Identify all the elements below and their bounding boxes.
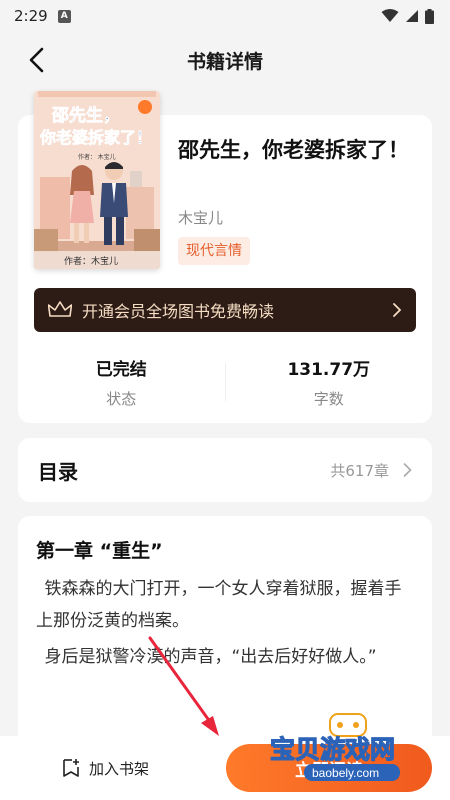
cover-title-line1: 邵先生， xyxy=(51,105,120,125)
book-author[interactable]: 木宝儿 xyxy=(178,207,223,228)
cover-author-bottom: 作者：木宝儿 xyxy=(64,255,118,266)
chapter-title: 第一章 “重生” xyxy=(36,540,163,562)
toc-chapter-count: 共617章 xyxy=(330,461,389,480)
signal-icon xyxy=(406,10,418,22)
chapter-preview: 第一章 “重生” 铁森森的大门打开，一个女人穿着狱服，握着手上那份泛黄的档案。 … xyxy=(18,516,432,756)
notification-a-icon: A xyxy=(57,9,71,23)
bottom-action-bar: 加入书架 立即阅读 xyxy=(0,736,450,800)
stat-word-count-label: 字数 xyxy=(313,390,344,408)
stat-status-label: 状态 xyxy=(106,390,137,408)
crown-icon xyxy=(48,301,72,317)
stat-status-value: 已完结 xyxy=(95,360,147,380)
chapter-paragraph: 身后是狱警冷漠的声音，“出去后好好做人。” xyxy=(44,647,377,667)
chevron-right-icon xyxy=(393,303,402,317)
back-button[interactable] xyxy=(20,44,52,76)
status-time: 2:29 xyxy=(14,7,48,25)
bookshelf-add-icon xyxy=(63,759,79,777)
add-to-shelf-button[interactable]: 加入书架 xyxy=(0,736,210,800)
cover-author-top: 作者： 木宝儿 xyxy=(78,153,116,161)
book-info-card: 邵先生， 你老婆拆家了！ 作者： 木宝儿 作者：木宝儿 邵先生，你老婆拆家了！ … xyxy=(18,91,432,423)
book-cover[interactable]: 邵先生， 你老婆拆家了！ 作者： 木宝儿 作者：木宝儿 xyxy=(34,91,160,269)
read-now-label: 立即阅读 xyxy=(295,760,363,781)
vip-banner[interactable]: 开通会员全场图书免费畅读 xyxy=(34,288,416,332)
stat-status: 已完结 状态 xyxy=(18,355,225,409)
stat-word-count: 131.77万 字数 xyxy=(226,355,433,409)
vip-banner-text: 开通会员全场图书免费畅读 xyxy=(82,302,275,321)
genre-tag[interactable]: 现代言情 xyxy=(178,237,250,265)
add-to-shelf-label: 加入书架 xyxy=(88,759,149,778)
book-stats: 已完结 状态 131.77万 字数 xyxy=(18,352,432,412)
cover-illustration: 邵先生， 你老婆拆家了！ 作者： 木宝儿 作者：木宝儿 xyxy=(34,91,160,269)
chevron-right-icon xyxy=(403,463,412,477)
cover-title-line2: 你老婆拆家了！ xyxy=(39,128,152,147)
status-bar: 2:29 A xyxy=(0,0,450,32)
status-left: 2:29 A xyxy=(14,7,71,25)
wifi-icon xyxy=(381,9,399,22)
read-now-button[interactable]: 立即阅读 xyxy=(226,744,432,792)
back-arrow-icon xyxy=(29,47,44,73)
book-title: 邵先生，你老婆拆家了！ xyxy=(178,138,409,162)
stat-word-count-value: 131.77万 xyxy=(287,360,371,380)
chapter-paragraph: 铁森森的大门打开，一个女人穿着狱服，握着手上那份泛黄的档案。 xyxy=(36,579,402,631)
toc-title: 目录 xyxy=(38,459,78,484)
toc-row[interactable]: 目录 共617章 xyxy=(18,438,432,502)
status-right xyxy=(381,8,434,24)
battery-icon xyxy=(425,8,434,24)
page-title: 书籍详情 xyxy=(186,50,263,73)
header: 书籍详情 xyxy=(0,36,450,84)
